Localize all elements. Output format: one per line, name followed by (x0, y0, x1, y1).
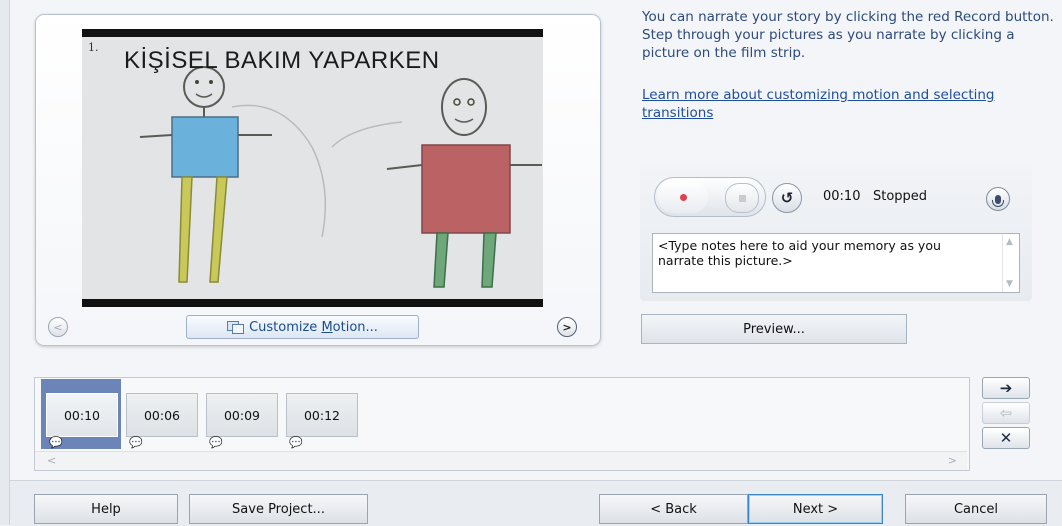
next-picture-button[interactable]: > (557, 317, 577, 337)
notes-placeholder: <Type notes here to aid your memory as y… (658, 238, 941, 268)
scroll-up-icon[interactable]: ▲ (1006, 237, 1013, 247)
thumbnail-duration: 00:09 (223, 407, 261, 423)
picture-thumbnail: 00:10 (46, 393, 118, 437)
thumbnail-duration: 00:10 (63, 407, 101, 423)
chevron-right-icon: > (562, 320, 572, 334)
window-left-edge (0, 0, 10, 525)
help-button[interactable]: Help (34, 494, 178, 524)
chevron-left-icon: < (53, 320, 63, 334)
microphone-icon (992, 194, 1004, 207)
stop-button[interactable] (725, 183, 759, 213)
narration-instructions: You can narrate your story by clicking t… (642, 9, 1054, 61)
stop-icon (738, 194, 746, 202)
preview-button[interactable]: Preview... (641, 314, 907, 344)
learn-more-link[interactable]: Learn more about customizing motion and … (642, 86, 1054, 122)
film-strip: 00:10 💬 00:06 💬 00:09 💬 00:12 💬 < > (34, 377, 970, 471)
scroll-down-icon[interactable]: ▼ (1006, 279, 1013, 289)
notes-scrollbar[interactable]: ▲ ▼ (1002, 234, 1019, 292)
scroll-left-icon[interactable]: < (47, 454, 56, 467)
picture-number: 1. (88, 41, 99, 54)
undo-icon: ↺ (780, 189, 794, 207)
previous-picture-button[interactable]: < (48, 317, 68, 337)
narration-status: Stopped (873, 189, 928, 204)
customize-motion-label: Customize Motion... (249, 319, 378, 335)
picture-preview-panel: 1. KİŞİSEL BAKIM YAPARKEN < Customize Mo… (35, 14, 601, 346)
remove-picture-button[interactable]: ✕ (982, 427, 1030, 449)
motion-icon (227, 321, 245, 334)
picture-thumbnail: 00:12 (286, 393, 358, 437)
film-strip-item[interactable]: 00:06 💬 (121, 379, 201, 449)
film-strip-item[interactable]: 00:10 💬 (41, 379, 121, 449)
record-button[interactable] (658, 181, 708, 213)
next-button[interactable]: Next > (748, 494, 883, 524)
record-controls (654, 177, 766, 217)
picture-title-text: KİŞİSEL BAKIM YAPARKEN (124, 47, 440, 74)
customize-motion-button[interactable]: Customize Motion... (186, 315, 419, 339)
narration-bubble-icon: 💬 (289, 436, 303, 449)
move-picture-left-button[interactable]: ⇦ (982, 402, 1030, 424)
picture-thumbnail: 00:06 (126, 393, 198, 437)
microphone-settings-button[interactable] (986, 187, 1010, 211)
thumbnail-duration: 00:06 (143, 407, 181, 423)
film-strip-scrollbar[interactable]: < > (35, 451, 967, 470)
film-strip-item[interactable]: 00:09 💬 (201, 379, 281, 449)
narration-bubble-icon: 💬 (129, 436, 143, 449)
arrow-right-icon: ➔ (999, 379, 1013, 397)
film-strip-item[interactable]: 00:12 💬 (281, 379, 361, 449)
scroll-right-icon[interactable]: > (948, 454, 957, 467)
undo-narration-button[interactable]: ↺ (772, 183, 802, 213)
narration-bubble-icon: 💬 (49, 436, 63, 449)
notes-textarea[interactable]: <Type notes here to aid your memory as y… (652, 233, 1020, 293)
arrow-left-icon: ⇦ (999, 404, 1013, 422)
back-button[interactable]: < Back (599, 494, 748, 524)
thumbnail-duration: 00:12 (303, 407, 341, 423)
child-drawing (82, 37, 543, 299)
narration-time: 00:10 (823, 189, 861, 204)
picture-frame: 1. KİŞİSEL BAKIM YAPARKEN (82, 29, 543, 307)
close-icon: ✕ (999, 429, 1013, 447)
picture-thumbnail: 00:09 (206, 393, 278, 437)
narration-panel: ↺ 00:10 Stopped <Type notes here to aid … (640, 163, 1032, 301)
picture-image: 1. KİŞİSEL BAKIM YAPARKEN (82, 37, 543, 299)
save-project-button[interactable]: Save Project... (189, 494, 368, 524)
move-picture-right-button[interactable]: ➔ (982, 377, 1030, 399)
record-icon (679, 193, 687, 201)
cancel-button[interactable]: Cancel (905, 494, 1047, 524)
narration-bubble-icon: 💬 (209, 436, 223, 449)
